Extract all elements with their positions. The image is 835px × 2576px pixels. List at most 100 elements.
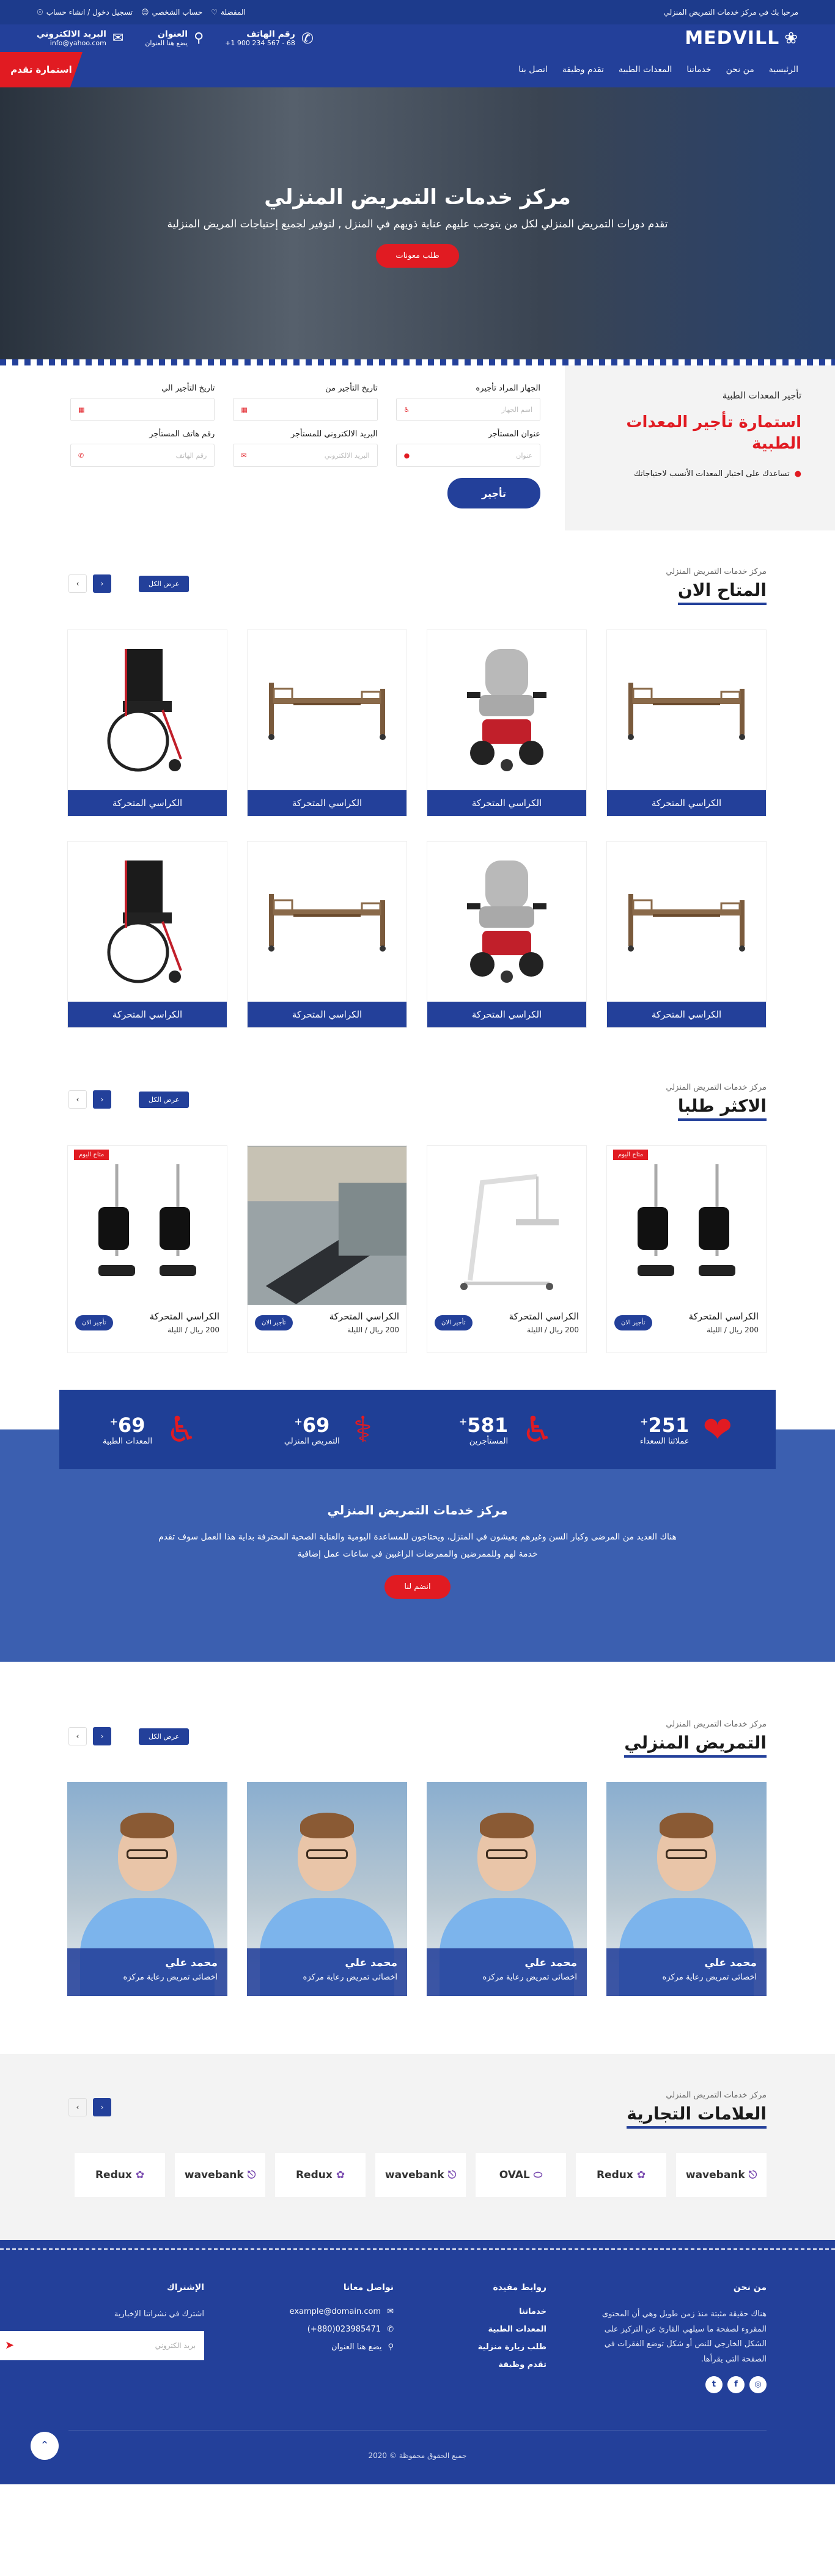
brand-logo[interactable]: ⬭ OVAL — [476, 2153, 566, 2197]
product-image — [248, 1146, 406, 1305]
date-to-field: تاريخ التأجير الي ▦ — [70, 384, 215, 421]
brand-logo[interactable]: ⎋ wavebank — [175, 2153, 265, 2197]
nurse-card[interactable]: محمد علي اخصائى تمريض رعاية مركزه — [427, 1782, 587, 1996]
rent-now-button[interactable]: تأجير الان — [614, 1315, 652, 1330]
product-name: الكراسي المتحركة — [607, 790, 766, 816]
field-icon: ▦ — [241, 405, 248, 414]
rent-submit-button[interactable]: تأجير — [447, 478, 540, 508]
next-arrow-icon[interactable]: › — [93, 1090, 111, 1109]
availability-badge: متاح اليوم — [613, 1150, 649, 1160]
product-card[interactable]: متاح اليوم الكراسي المتحركة 200 ريال / الل… — [606, 1145, 767, 1353]
product-card[interactable]: الكراسي المتحركة — [606, 629, 767, 816]
nav-item-jobs[interactable]: تقدم وظيفة — [562, 65, 604, 75]
product-card[interactable]: الكراسي المتحركة 200 ريال / الليلة تأجير ا… — [427, 1145, 587, 1353]
footer-phone[interactable]: (+880)023985471 — [307, 2325, 381, 2334]
show-all-button[interactable]: عرض الكل — [139, 1728, 189, 1745]
field-icon: ● — [403, 451, 410, 460]
product-card[interactable]: الكراسي المتحركة — [606, 841, 767, 1028]
product-image — [427, 1146, 586, 1305]
header: ❀ MEDVILL ✆ رقم الهاتف +1 900 234 567 - 6… — [0, 24, 835, 52]
product-card[interactable]: الكراسي المتحركة — [67, 629, 227, 816]
nav-item-contact[interactable]: اتصل بنا — [518, 65, 547, 75]
login-link[interactable]: ☉ تسجيل دخول / انشاء حساب — [37, 8, 133, 17]
show-all-button[interactable]: عرض الكل — [139, 1091, 189, 1108]
product-card[interactable]: الكراسي المتحركة 200 ريال / الليلة تأجير ا… — [247, 1145, 407, 1353]
date-to-field-input[interactable]: ▦ — [70, 398, 215, 421]
product-image — [68, 1146, 227, 1305]
nav-item-about[interactable]: من نحن — [726, 65, 754, 75]
newsletter-input[interactable]: بريد الكتروني ➤ — [0, 2330, 204, 2360]
product-card[interactable]: الكراسي المتحركة — [247, 841, 407, 1028]
product-card[interactable]: الكراسي المتحركة — [427, 841, 587, 1028]
product-card[interactable]: الكراسي المتحركة — [247, 629, 407, 816]
accessible-icon: ♿ — [521, 1409, 554, 1450]
brands-section: مركز خدمات التمريض المنزلي العلامات التجا… — [0, 2054, 835, 2240]
email-field-input[interactable]: البريد الالكتروني ✉ — [233, 444, 378, 467]
show-all-button[interactable]: عرض الكل — [139, 575, 189, 592]
footer-email[interactable]: example@domain.com — [290, 2307, 381, 2316]
product-name: الكراسي المتحركة — [329, 1311, 399, 1322]
facebook-icon[interactable]: f — [727, 2376, 745, 2393]
nurse-card[interactable]: محمد علي اخصائى تمريض رعاية مركزه — [247, 1782, 407, 1996]
account-link[interactable]: ☺ حساب الشخصي — [141, 8, 202, 17]
next-arrow-icon[interactable]: › — [93, 1727, 111, 1745]
scroll-top-icon[interactable]: ⌃ — [31, 2431, 59, 2460]
product-price: 200 ريال / الليلة — [527, 1326, 579, 1334]
nurse-card[interactable]: محمد علي اخصائى تمريض رعاية مركزه — [67, 1782, 227, 1996]
footer-link-jobs[interactable]: تقدم وظيفة — [436, 2360, 546, 2369]
address-field-input[interactable]: عنوان ● — [395, 444, 540, 467]
join-button[interactable]: انضم لنا — [384, 1575, 451, 1599]
brand-logo[interactable]: ✿ Redux — [275, 2153, 366, 2197]
brand-icon: ⬭ — [533, 2169, 543, 2181]
location-icon: ⚲ — [388, 2343, 394, 2352]
footer-contact: تواصل معانا ✉ example@domain.com ✆ (+880)0… — [289, 2283, 394, 2352]
brand-logo[interactable]: ⎋ wavebank — [676, 2153, 767, 2197]
product-name: الكراسي المتحركة — [248, 790, 406, 816]
nurse-card[interactable]: محمد علي اخصائى تمريض رعاية مركزه — [606, 1782, 767, 1996]
product-image — [427, 842, 586, 1002]
available-section: مركز خدمات التمريض المنزلي المتاح الان ‹ … — [0, 530, 835, 1059]
bullet-icon: ● — [794, 469, 801, 479]
instagram-icon[interactable]: ◎ — [749, 2376, 767, 2393]
apply-button[interactable]: استمارة تقدم — [0, 52, 83, 87]
phone-field-input[interactable]: رقم الهاتف ✆ — [70, 444, 215, 467]
prev-arrow-icon[interactable]: ‹ — [68, 2098, 87, 2116]
footer-links: روابط مفيدة خدماتنا المعدات الطبية طلب ز… — [436, 2283, 546, 2393]
field-icon: ✉ — [241, 451, 247, 460]
nav-item-services[interactable]: خدماتنا — [686, 65, 711, 75]
brand-icon: ✿ — [636, 2169, 646, 2181]
rental-title: استمارة تأجير المعدات الطبية — [626, 413, 801, 453]
brand-logo[interactable]: ✿ Redux — [75, 2153, 165, 2197]
prev-arrow-icon[interactable]: ‹ — [68, 1090, 87, 1109]
logo[interactable]: ❀ MEDVILL — [685, 28, 798, 49]
next-arrow-icon[interactable]: › — [93, 2098, 111, 2116]
nav-item-home[interactable]: الرئيسية — [769, 65, 798, 75]
send-icon[interactable]: ➤ — [5, 2339, 14, 2352]
footer-link-equipment[interactable]: المعدات الطبية — [436, 2325, 546, 2334]
brand-logo[interactable]: ✿ Redux — [576, 2153, 666, 2197]
hero-subtitle: تقدم دورات التمريض المنزلي لكل من يتوجب … — [167, 218, 668, 230]
date-from-field-input[interactable]: ▦ — [233, 398, 378, 421]
rent-now-button[interactable]: تأجير الان — [435, 1315, 473, 1330]
rent-now-button[interactable]: تأجير الان — [75, 1315, 113, 1330]
footer-link-services[interactable]: خدماتنا — [436, 2307, 546, 2316]
device-field-input[interactable]: اسم الجهاز ♿ — [395, 398, 540, 421]
product-image — [607, 630, 766, 790]
next-arrow-icon[interactable]: › — [93, 574, 111, 593]
product-card[interactable]: الكراسي المتحركة — [67, 841, 227, 1028]
rent-now-button[interactable]: تأجير الان — [255, 1315, 293, 1330]
twitter-icon[interactable]: t — [705, 2376, 723, 2393]
footer-link-visit[interactable]: طلب زيارة منزلية — [436, 2343, 546, 2352]
product-name: الكراسي المتحركة — [68, 1002, 227, 1027]
favorite-link[interactable]: ♡ المفضلة — [211, 8, 246, 17]
nav-item-equipment[interactable]: المعدات الطبية — [619, 65, 672, 75]
prev-arrow-icon[interactable]: ‹ — [68, 574, 87, 593]
product-card[interactable]: الكراسي المتحركة — [427, 629, 587, 816]
product-card[interactable]: متاح اليوم الكراسي المتحركة 200 ريال / الل… — [67, 1145, 227, 1353]
hero-banner: مركز خدمات التمريض المنزلي تقدم دورات ال… — [0, 87, 835, 365]
hero-request-button[interactable]: طلب معونات — [376, 244, 459, 268]
heart-icon: ❤ — [702, 1409, 733, 1450]
prev-arrow-icon[interactable]: ‹ — [68, 1727, 87, 1745]
brand-logo[interactable]: ⎋ wavebank — [375, 2153, 466, 2197]
nursing-section: مركز خدمات التمريض المنزلي التمريض المنزل… — [0, 1662, 835, 2054]
